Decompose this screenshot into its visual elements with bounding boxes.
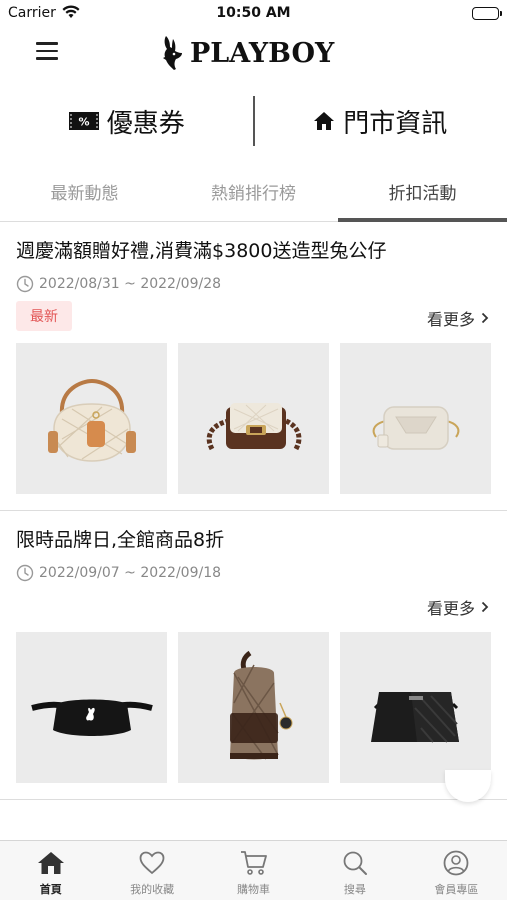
clock-icon — [16, 564, 34, 582]
quick-links-divider — [253, 96, 255, 146]
product-image-ivory-camera-bag[interactable] — [340, 343, 491, 494]
see-more-label: 看更多 — [426, 599, 475, 618]
battery-icon — [472, 7, 502, 20]
tabbar-label: 搜尋 — [343, 883, 366, 896]
tabbar-favorites[interactable]: 我的收藏 — [101, 841, 202, 900]
brand-logo[interactable]: PLAYBOY — [160, 32, 334, 74]
product-image-quilted-flap-bag[interactable] — [178, 343, 329, 494]
clock-time: 10:50 AM — [216, 5, 291, 21]
see-more-link[interactable]: 看更多 — [427, 306, 489, 330]
svg-text:%: % — [78, 116, 89, 129]
promotion-title: 限時品牌日,全館商品8折 — [16, 529, 225, 551]
status-bar: Carrier 10:50 AM — [0, 0, 507, 28]
tabbar-label: 會員專區 — [434, 883, 479, 896]
tabbar-search[interactable]: 搜尋 — [304, 841, 405, 900]
coupon-link[interactable]: % 優惠券 — [0, 90, 254, 152]
promotion-card[interactable]: 限時品牌日,全館商品8折 2022/09/07 ~ 2022/09/18 看更多 — [0, 511, 507, 800]
store-info-link[interactable]: 門市資訊 — [254, 90, 507, 152]
tab-best-sellers[interactable]: 熱銷排行榜 — [169, 165, 338, 221]
category-tabs: 最新動態 熱銷排行榜 折扣活動 — [0, 165, 507, 222]
chevron-right-icon — [481, 312, 489, 324]
promotion-date: 2022/09/07 ~ 2022/09/18 — [16, 564, 491, 582]
see-more-label: 看更多 — [426, 310, 475, 329]
tabbar-cart[interactable]: 購物車 — [203, 841, 304, 900]
home-icon — [313, 111, 335, 131]
search-icon — [342, 850, 368, 876]
hamburger-menu-icon[interactable] — [36, 42, 58, 60]
product-image-black-belt-bag[interactable] — [16, 632, 167, 783]
product-thumbnails — [16, 343, 491, 510]
bunny-logo-icon — [163, 36, 182, 70]
promotion-title: 週慶滿額贈好禮,消費滿$3800送造型兔公仔 — [16, 240, 387, 262]
promotion-date-range: 2022/08/31 ~ 2022/09/28 — [39, 276, 222, 292]
bottom-tab-bar: 首頁 我的收藏 購物車 搜尋 會員專區 — [0, 840, 507, 900]
new-badge: 最新 — [16, 301, 72, 331]
product-image-black-messenger-bag[interactable] — [340, 632, 491, 783]
tabbar-label: 我的收藏 — [130, 883, 175, 896]
tabbar-member[interactable]: 會員專區 — [406, 841, 507, 900]
coupon-icon: % — [68, 112, 99, 130]
see-more-link[interactable]: 看更多 — [427, 595, 489, 619]
promotion-card[interactable]: 週慶滿額贈好禮,消費滿$3800送造型兔公仔 2022/08/31 ~ 2022… — [0, 222, 507, 511]
product-thumbnails — [16, 632, 491, 799]
cart-icon — [240, 850, 268, 876]
app-header: PLAYBOY — [0, 28, 507, 80]
promotion-list[interactable]: 週慶滿額贈好禮,消費滿$3800送造型兔公仔 2022/08/31 ~ 2022… — [0, 222, 507, 840]
heart-icon — [139, 850, 165, 876]
tabbar-label: 首頁 — [39, 883, 62, 896]
product-image-monogram-sling-bag[interactable] — [178, 632, 329, 783]
user-icon — [443, 850, 469, 876]
promotion-date: 2022/08/31 ~ 2022/09/28 — [16, 275, 491, 293]
tabbar-label: 購物車 — [237, 883, 271, 896]
tab-latest-news[interactable]: 最新動態 — [0, 165, 169, 221]
tab-discounts[interactable]: 折扣活動 — [338, 165, 507, 222]
product-image-quilted-saddle-bag[interactable] — [16, 343, 167, 494]
home-icon — [37, 850, 65, 876]
chevron-right-icon — [481, 601, 489, 613]
brand-wordmark: PLAYBOY — [190, 37, 335, 69]
tabbar-home[interactable]: 首頁 — [0, 841, 101, 900]
quick-links: % 優惠券 門市資訊 — [0, 90, 507, 152]
coupon-label: 優惠券 — [106, 108, 185, 139]
store-info-label: 門市資訊 — [343, 108, 448, 139]
clock-icon — [16, 275, 34, 293]
promotion-date-range: 2022/09/07 ~ 2022/09/18 — [39, 565, 222, 581]
